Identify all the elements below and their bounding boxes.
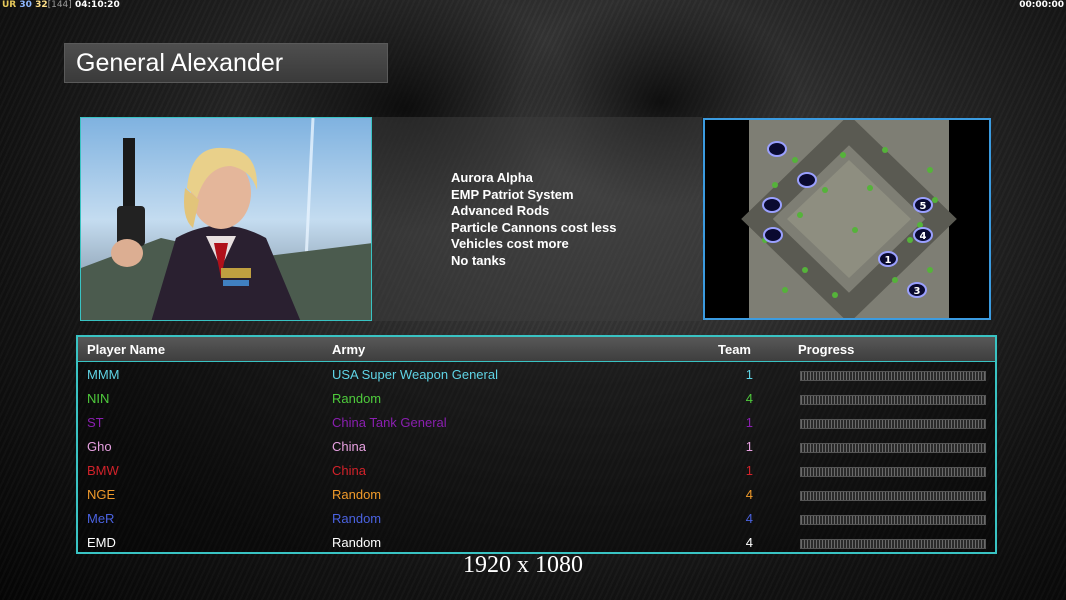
- trait-item: Particle Cannons cost less: [451, 219, 617, 235]
- hud-value-1: 30: [19, 0, 32, 10]
- map-preview[interactable]: 1 3 4 5: [703, 118, 991, 320]
- general-name: General Alexander: [76, 49, 284, 77]
- trait-item: No tanks: [451, 252, 506, 268]
- progress-bar: [800, 371, 986, 381]
- hud-clock: 04:10:20: [74, 0, 120, 10]
- general-portrait: [80, 117, 372, 321]
- player-team: 1: [745, 439, 753, 454]
- col-team: Team: [718, 342, 751, 357]
- start-slot-3: 3: [914, 286, 921, 297]
- table-row: BMW China 1: [78, 459, 995, 483]
- start-slot-4: 4: [920, 231, 927, 242]
- trait-item: Vehicles cost more: [451, 236, 569, 252]
- player-name: Gho: [87, 439, 112, 454]
- col-army: Army: [332, 342, 366, 357]
- player-name: MMM: [87, 367, 120, 382]
- player-name: BMW: [87, 463, 119, 478]
- players-table: Player Name Army Team Progress MMM USA Su…: [76, 335, 997, 554]
- progress-bar: [800, 491, 986, 501]
- player-team: 4: [745, 487, 753, 502]
- minimap-image: 1 3 4 5: [705, 120, 989, 318]
- table-row: MeR Random 4: [78, 507, 995, 531]
- player-team: 1: [745, 415, 753, 430]
- player-name: NIN: [87, 391, 110, 406]
- progress-bar: [800, 539, 986, 549]
- table-row: NIN Random 4: [78, 387, 995, 411]
- trait-item: EMP Patriot System: [451, 186, 574, 202]
- player-army: China Tank General: [332, 415, 447, 430]
- trait-item: Aurora Alpha: [451, 170, 533, 185]
- table-row: MMM USA Super Weapon General 1: [78, 363, 995, 387]
- hud-value-3: [144]: [47, 0, 72, 10]
- progress-bar: [800, 395, 986, 405]
- hud-stats: UR 30 32[144] 04:10:20: [2, 0, 120, 10]
- player-army: China: [332, 463, 366, 478]
- progress-bar: [800, 467, 986, 477]
- general-traits-list: Aurora Alpha EMP Patriot System Advanced…: [451, 170, 616, 270]
- player-team: 4: [745, 535, 753, 550]
- hud-ur: UR: [2, 0, 17, 10]
- player-name: ST: [87, 415, 104, 430]
- player-team: 1: [745, 367, 753, 382]
- start-slot-5: 5: [920, 201, 927, 212]
- player-army: Random: [332, 391, 382, 406]
- player-army: Random: [332, 511, 382, 526]
- player-team: 4: [745, 391, 753, 406]
- player-name: EMD: [87, 535, 116, 550]
- hud-value-2: 32: [35, 0, 48, 10]
- general-title-box: General Alexander: [64, 43, 388, 83]
- player-army: China: [332, 439, 366, 454]
- player-name: NGE: [87, 487, 116, 502]
- player-team: 1: [745, 463, 753, 478]
- resolution-label: 1920 x 1080: [463, 552, 583, 578]
- player-team: 4: [745, 511, 753, 526]
- player-army: USA Super Weapon General: [332, 367, 498, 382]
- table-header: Player Name Army Team Progress: [78, 337, 995, 362]
- table-row: NGE Random 4: [78, 483, 995, 507]
- player-army: Random: [332, 535, 382, 550]
- progress-bar: [800, 419, 986, 429]
- trait-item: Advanced Rods: [451, 203, 550, 219]
- player-name: MeR: [87, 511, 115, 526]
- player-army: Random: [332, 487, 382, 502]
- portrait-image: [81, 118, 371, 320]
- hud-timer: 00:00:00: [1019, 0, 1064, 10]
- start-slot-1: 1: [885, 255, 892, 266]
- col-player-name: Player Name: [87, 342, 166, 357]
- col-progress: Progress: [798, 342, 855, 357]
- progress-bar: [800, 515, 986, 525]
- table-row: ST China Tank General 1: [78, 411, 995, 435]
- table-row: Gho China 1: [78, 435, 995, 459]
- progress-bar: [800, 443, 986, 453]
